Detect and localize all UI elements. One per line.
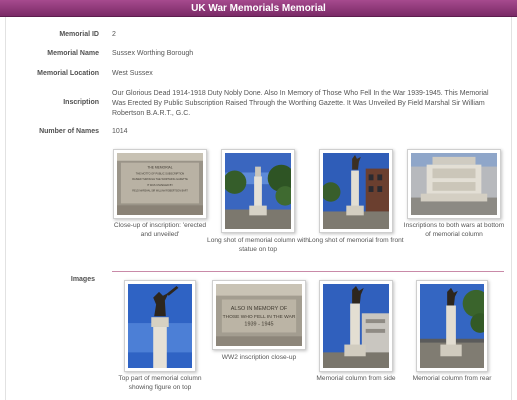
photo-thumbnail-2[interactable]: [221, 149, 295, 233]
plaque2-line-2: 1939 - 1945: [244, 322, 273, 328]
memorial-location-label: Memorial Location: [37, 70, 99, 77]
photo-rear-icon: [420, 284, 484, 368]
memorial-id-value: 2: [112, 31, 116, 38]
photo-caption-6: WW2 inscription close-up: [221, 354, 297, 361]
photo-caption-3: Long shot of memorial from front: [308, 237, 404, 244]
inscription-value: Our Glorious Dead 1914-1918 Duty Nobly D…: [112, 90, 489, 117]
memorial-name-label: Memorial Name: [47, 50, 99, 57]
photo-caption-7: Memorial column from side: [316, 375, 396, 382]
plaque2-line-1: THOSE WHO FELL IN THE WAR: [223, 314, 296, 320]
photo-caption-5: Top part of memorial column showing figu…: [118, 375, 202, 391]
photo-base-icon: [411, 153, 497, 215]
photo-caption-1: Close-up of inscription: 'erected and un…: [113, 222, 207, 238]
photo-thumbnail-6[interactable]: ALSO IN MEMORY OF THOSE WHO FELL IN THE …: [212, 280, 306, 350]
page-title: UK War Memorials Memorial: [0, 0, 517, 17]
plaque2-line-0: ALSO IN MEMORY OF: [231, 306, 288, 312]
memorial-location-value: West Sussex: [112, 70, 153, 77]
plaque1-line-2: RAISED THROUGH THE WORTHING GAZETTE: [132, 178, 188, 181]
photo-thumbnail-4[interactable]: [407, 149, 501, 219]
photo-thumbnail-1[interactable]: THE MEMORIAL THE MOTTO OF PUBLIC SUBSCRI…: [113, 149, 207, 219]
number-of-names-value: 1014: [112, 128, 128, 135]
photo-thumbnail-5[interactable]: [124, 280, 196, 372]
plaque1-line-3: IT WAS UNVEILED BY: [147, 184, 173, 187]
photo-caption-8: Memorial column from rear: [412, 375, 492, 382]
images-section-label: Images: [70, 276, 95, 283]
photo-ww2-icon: ALSO IN MEMORY OF THOSE WHO FELL IN THE …: [216, 284, 302, 346]
inscription-label: Inscription: [63, 99, 99, 106]
memorial-name-value: Sussex Worthing Borough: [112, 50, 194, 57]
photo-column-icon: [225, 153, 291, 229]
plaque1-line-0: THE MEMORIAL: [147, 166, 172, 170]
number-of-names-label: Number of Names: [39, 128, 99, 135]
photo-thumbnail-7[interactable]: [319, 280, 393, 372]
photo-thumbnail-3[interactable]: [319, 149, 393, 233]
photo-caption-4: Inscriptions to both wars at bottom of m…: [403, 222, 505, 238]
photo-thumbnail-8[interactable]: [416, 280, 488, 372]
photo-side-icon: [323, 284, 389, 368]
photo-front-icon: [323, 153, 389, 229]
memorial-id-label: Memorial ID: [59, 31, 99, 38]
photo-figure-icon: [128, 284, 192, 368]
photo-caption-2: Long shot of memorial column with statue…: [207, 237, 309, 253]
plaque1-line-4: FIELD MARSHAL SIR WILLIAM ROBERTSON BART: [132, 190, 188, 193]
photo-inscription-icon: THE MEMORIAL THE MOTTO OF PUBLIC SUBSCRI…: [117, 153, 203, 215]
plaque1-line-1: THE MOTTO OF PUBLIC SUBSCRIPTION: [136, 172, 185, 175]
images-divider: [112, 271, 504, 272]
